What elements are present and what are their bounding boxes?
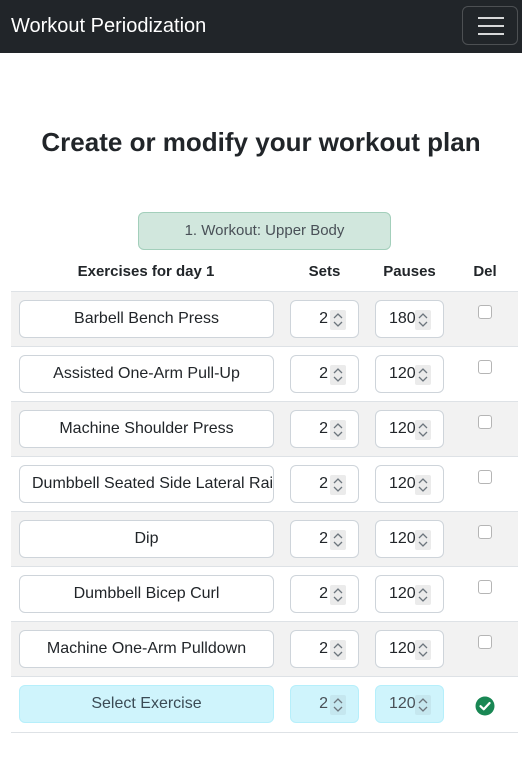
delete-checkbox[interactable] [478, 360, 492, 374]
delete-checkbox[interactable] [478, 470, 492, 484]
spinner-arrows-icon[interactable] [415, 640, 431, 660]
sets-value: 2 [319, 585, 328, 602]
exercise-field[interactable]: Barbell Bench Press [19, 300, 274, 338]
delete-checkbox[interactable] [478, 415, 492, 429]
new-exercise-row: Select Exercise 2 120 [11, 676, 518, 733]
sets-value: 2 [319, 640, 328, 657]
spinner-arrows-icon[interactable] [330, 310, 346, 330]
pause-stepper[interactable]: 120 [375, 520, 444, 558]
table-row: Dumbbell Bicep Curl 2 120 [11, 566, 518, 621]
sets-value: 2 [319, 530, 328, 547]
exercise-field[interactable]: Machine Shoulder Press [19, 410, 274, 448]
column-header-pauses: Pauses [383, 263, 436, 280]
spinner-arrows-icon[interactable] [415, 475, 431, 495]
checkmark-circle-icon[interactable] [475, 696, 495, 716]
spinner-arrows-icon[interactable] [415, 365, 431, 385]
workout-title-badge[interactable]: 1. Workout: Upper Body [138, 212, 391, 250]
new-pause-stepper[interactable]: 120 [375, 685, 444, 723]
spinner-arrows-icon[interactable] [330, 475, 346, 495]
table-row: Machine One-Arm Pulldown 2 120 [11, 621, 518, 676]
pause-stepper[interactable]: 120 [375, 630, 444, 668]
pause-value: 120 [389, 530, 415, 547]
table-row: Machine Shoulder Press 2 120 [11, 401, 518, 456]
spinner-arrows-icon[interactable] [330, 695, 346, 715]
exercise-field[interactable]: Dumbbell Bicep Curl [19, 575, 274, 613]
new-sets-value: 2 [319, 695, 328, 712]
delete-checkbox[interactable] [478, 525, 492, 539]
pause-stepper[interactable]: 180 [375, 300, 444, 338]
select-exercise-field[interactable]: Select Exercise [19, 685, 274, 723]
spinner-arrows-icon[interactable] [330, 530, 346, 550]
sets-stepper[interactable]: 2 [290, 355, 359, 393]
sets-stepper[interactable]: 2 [290, 575, 359, 613]
navbar-brand[interactable]: Workout Periodization [11, 14, 206, 38]
sets-value: 2 [319, 420, 328, 437]
delete-checkbox[interactable] [478, 635, 492, 649]
sets-stepper[interactable]: 2 [290, 520, 359, 558]
column-header-exercises: Exercises for day 1 [77, 263, 215, 280]
spinner-arrows-icon[interactable] [415, 310, 431, 330]
spinner-arrows-icon[interactable] [415, 695, 431, 715]
column-header-del: Del [473, 263, 497, 280]
new-sets-stepper[interactable]: 2 [290, 685, 359, 723]
pause-value: 120 [389, 475, 415, 492]
pause-value: 120 [389, 640, 415, 657]
sets-stepper[interactable]: 2 [290, 410, 359, 448]
new-pause-value: 120 [389, 695, 415, 712]
page-title: Create or modify your workout plan [41, 127, 481, 157]
sets-value: 2 [319, 365, 328, 382]
navbar: Workout Periodization [0, 0, 522, 53]
exercise-field[interactable]: Dumbbell Seated Side Lateral Raise [19, 465, 274, 503]
spinner-arrows-icon[interactable] [330, 640, 346, 660]
pause-stepper[interactable]: 120 [375, 355, 444, 393]
spinner-arrows-icon[interactable] [415, 420, 431, 440]
exercise-field[interactable]: Dip [19, 520, 274, 558]
sets-value: 2 [319, 310, 328, 327]
table-row: Dumbbell Seated Side Lateral Raise 2 120 [11, 456, 518, 511]
spinner-arrows-icon[interactable] [330, 365, 346, 385]
pause-value: 120 [389, 420, 415, 437]
table-row: Assisted One-Arm Pull-Up 2 120 [11, 346, 518, 401]
spinner-arrows-icon[interactable] [330, 420, 346, 440]
pause-stepper[interactable]: 120 [375, 575, 444, 613]
spinner-arrows-icon[interactable] [330, 585, 346, 605]
table-row: Barbell Bench Press 2 180 [11, 291, 518, 346]
pause-stepper[interactable]: 120 [375, 410, 444, 448]
delete-checkbox[interactable] [478, 305, 492, 319]
pause-value: 120 [389, 365, 415, 382]
sets-stepper[interactable]: 2 [290, 465, 359, 503]
exercise-field[interactable]: Assisted One-Arm Pull-Up [19, 355, 274, 393]
delete-checkbox[interactable] [478, 580, 492, 594]
spinner-arrows-icon[interactable] [415, 530, 431, 550]
sets-value: 2 [319, 475, 328, 492]
column-header-sets: Sets [308, 263, 341, 280]
navbar-toggler-button[interactable] [462, 6, 518, 45]
table-row: Dip 2 120 [11, 511, 518, 566]
spinner-arrows-icon[interactable] [415, 585, 431, 605]
exercise-field[interactable]: Machine One-Arm Pulldown [19, 630, 274, 668]
pause-stepper[interactable]: 120 [375, 465, 444, 503]
pause-value: 120 [389, 585, 415, 602]
sets-stepper[interactable]: 2 [290, 300, 359, 338]
sets-stepper[interactable]: 2 [290, 630, 359, 668]
pause-value: 180 [389, 310, 415, 327]
